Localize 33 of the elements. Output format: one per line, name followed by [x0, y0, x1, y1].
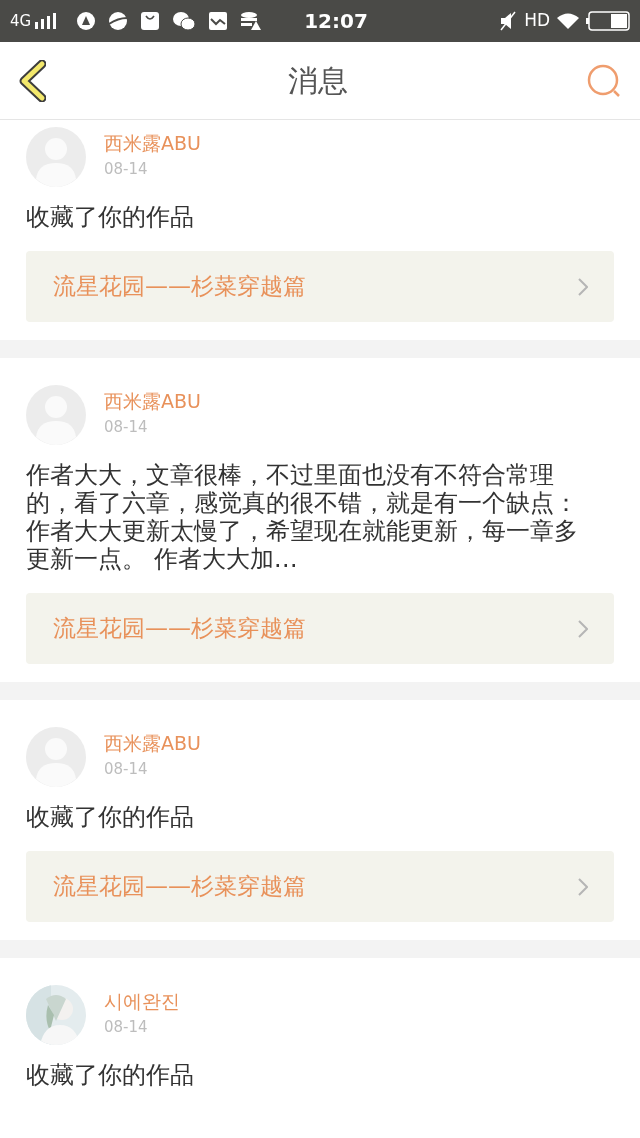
- search-icon: [587, 63, 621, 98]
- message-date: 08-14: [104, 759, 149, 779]
- message-date: 08-14: [104, 417, 149, 437]
- battery-icon: [586, 11, 630, 31]
- user-name[interactable]: 西米露ABU: [104, 731, 201, 755]
- signal-icon: [34, 13, 59, 29]
- message-text: 收藏了你的作品: [26, 203, 195, 231]
- mute-icon: [498, 11, 519, 31]
- message-date: 08-14: [104, 159, 149, 179]
- message-text: 作者大大，文章很棒，不过里面也没有不符合常理的，看了六章，感觉真的很不错，就是有一个缺点：作者大大更新太慢了，希望现在就能更新，每一章多更新一点。 作者大大加…: [26, 461, 579, 573]
- chevron-right-icon: [578, 877, 588, 896]
- work-link[interactable]: 流星花园——杉菜穿越篇: [26, 251, 614, 322]
- clock: 12:07: [304, 8, 368, 35]
- planet-icon: [108, 11, 129, 31]
- user-name[interactable]: 西米露ABU: [104, 131, 201, 155]
- image-icon: [208, 11, 229, 31]
- user-name[interactable]: 시에완진: [104, 989, 180, 1013]
- back-icon: [18, 59, 46, 102]
- chat-icon: [172, 11, 197, 31]
- work-link[interactable]: 流星花园——杉菜穿越篇: [26, 593, 614, 664]
- chevron-right-icon: [578, 277, 588, 296]
- chevron-right-icon: [578, 619, 588, 638]
- bag-icon: [140, 11, 161, 31]
- user-name[interactable]: 西米露ABU: [104, 389, 201, 413]
- quality-label: HD: [524, 9, 550, 33]
- message-date: 08-14: [104, 1017, 149, 1037]
- page-title: 消息: [288, 62, 348, 100]
- message-text: 收藏了你的作品: [26, 803, 195, 831]
- message-text: 收藏了你的作品: [26, 1061, 195, 1089]
- wifi-icon: [556, 12, 580, 30]
- database-warning-icon: [240, 11, 263, 31]
- work-link[interactable]: 流星花园——杉菜穿越篇: [26, 851, 614, 922]
- network-label: 4G: [10, 10, 32, 32]
